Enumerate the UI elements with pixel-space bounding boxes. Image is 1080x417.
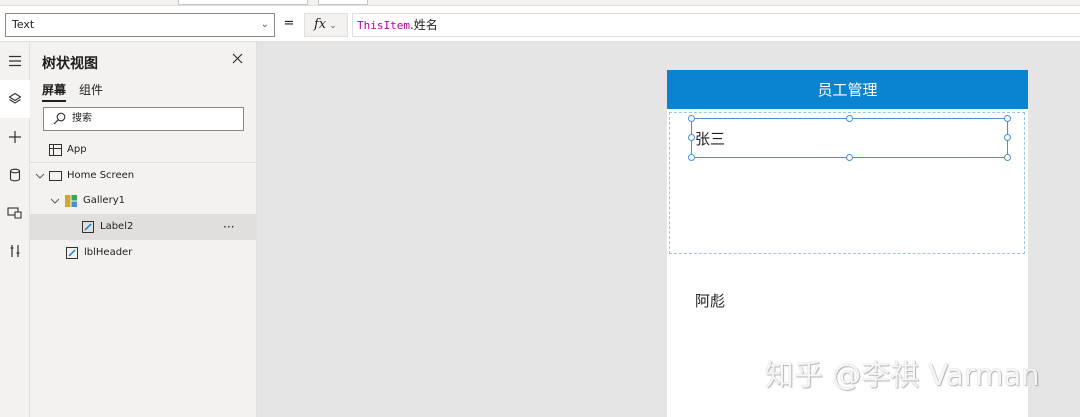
- tree-item-label: App: [67, 144, 87, 155]
- close-icon[interactable]: [229, 52, 245, 68]
- equals-sign: =: [283, 16, 295, 31]
- toolbar-button-fragment[interactable]: [318, 0, 368, 5]
- chevron-down-icon: [35, 171, 45, 181]
- resize-handle[interactable]: [1004, 134, 1011, 141]
- hamburger-icon[interactable]: [0, 42, 30, 80]
- search-input[interactable]: 搜索: [43, 107, 244, 131]
- tab-components[interactable]: 组件: [79, 81, 103, 98]
- toolbar-field-fragment[interactable]: [178, 0, 308, 5]
- tree-view-title: 树状视图: [42, 56, 98, 72]
- resize-handle[interactable]: [688, 154, 695, 161]
- formula-field: .姓名: [409, 18, 438, 32]
- left-rail: [0, 42, 30, 417]
- tools-icon[interactable]: [0, 232, 30, 270]
- fx-icon: fx: [314, 17, 327, 32]
- tree-item-label: lblHeader: [84, 247, 133, 258]
- tree-item-label: Label2: [100, 221, 134, 232]
- tree-item-label2[interactable]: Label2 ···: [30, 214, 257, 240]
- plus-icon[interactable]: [0, 118, 30, 156]
- search-icon: [53, 112, 66, 134]
- more-options-icon[interactable]: ···: [223, 214, 234, 240]
- resize-handle[interactable]: [688, 134, 695, 141]
- formula-bar: Text ⌄ = fx ⌄ ThisItem.姓名: [0, 6, 1080, 42]
- property-dropdown[interactable]: Text ⌄: [5, 13, 275, 37]
- tree-item-lblheader[interactable]: lblHeader: [30, 240, 257, 266]
- formula-input[interactable]: ThisItem.姓名: [352, 13, 1080, 37]
- fx-button[interactable]: fx ⌄: [304, 13, 348, 37]
- layers-icon[interactable]: [0, 80, 30, 118]
- resize-handle[interactable]: [688, 115, 695, 122]
- tree-view-panel: 树状视图 屏幕 组件 搜索 App Home Screen Gallery1 L…: [30, 42, 257, 417]
- tree-item-app[interactable]: App: [30, 137, 257, 163]
- chevron-down-icon: [50, 196, 60, 206]
- app-grid-icon: [49, 144, 62, 156]
- watermark: 知乎 @李祺 Varman: [765, 358, 1040, 392]
- screen-icon: [49, 171, 62, 181]
- tree-item-label: Gallery1: [83, 195, 125, 206]
- label-icon: [82, 221, 94, 233]
- tree-item-label: Home Screen: [67, 170, 135, 181]
- chevron-down-icon: ⌄: [260, 19, 269, 30]
- resize-handle[interactable]: [846, 154, 853, 161]
- database-icon[interactable]: [0, 156, 30, 194]
- resize-handle[interactable]: [1004, 154, 1011, 161]
- media-icon[interactable]: [0, 194, 30, 232]
- label-icon: [66, 247, 78, 259]
- gallery-icon: [65, 195, 77, 207]
- property-dropdown-value: Text: [12, 18, 35, 31]
- header-label[interactable]: 员工管理: [667, 70, 1028, 109]
- chevron-down-icon: ⌄: [329, 21, 337, 31]
- selected-label2[interactable]: 张三: [691, 118, 1008, 158]
- tree-item-home-screen[interactable]: Home Screen: [30, 163, 257, 189]
- formula-keyword: ThisItem: [357, 19, 410, 32]
- resize-handle[interactable]: [846, 115, 853, 122]
- tree-item-gallery1[interactable]: Gallery1: [30, 188, 257, 214]
- tab-screens[interactable]: 屏幕: [42, 81, 67, 102]
- gallery-item-label[interactable]: 阿彪: [695, 290, 725, 311]
- resize-handle[interactable]: [1004, 115, 1011, 122]
- search-placeholder: 搜索: [72, 113, 92, 124]
